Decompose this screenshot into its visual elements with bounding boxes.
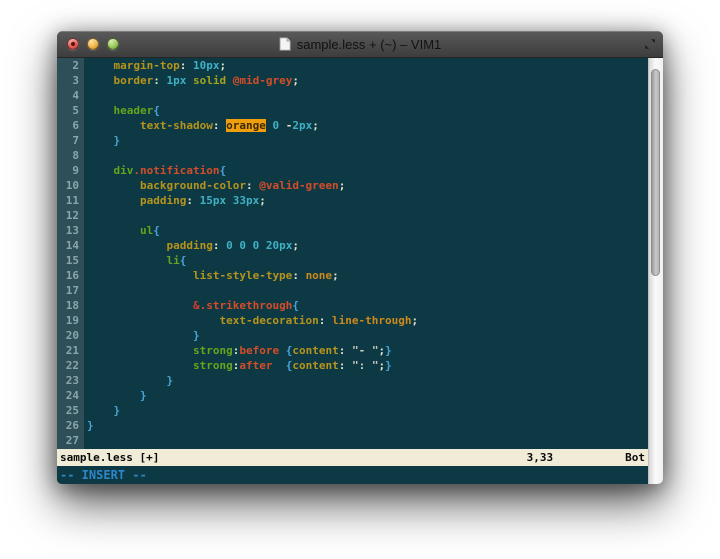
line-number: 24	[57, 388, 84, 403]
status-filename: sample.less [+]	[60, 451, 527, 464]
code-line: 20 }	[57, 328, 648, 343]
code-line: 6 text-shadow: orange 0 -2px;	[57, 118, 648, 133]
code-text	[84, 88, 87, 103]
code-text: &.strikethrough{	[84, 298, 299, 313]
line-number: 12	[57, 208, 84, 223]
code-line: 26}	[57, 418, 648, 433]
insert-mode-indicator: -- INSERT --	[60, 468, 147, 482]
line-number: 4	[57, 88, 84, 103]
window-controls	[67, 38, 119, 50]
line-number: 6	[57, 118, 84, 133]
line-number: 7	[57, 133, 84, 148]
scrollbar-track[interactable]	[648, 58, 663, 484]
line-number: 9	[57, 163, 84, 178]
zoom-button[interactable]	[107, 38, 119, 50]
code-text: text-decoration: line-through;	[84, 313, 418, 328]
code-text: background-color: @valid-green;	[84, 178, 345, 193]
code-text: }	[84, 403, 120, 418]
code-line: 19 text-decoration: line-through;	[57, 313, 648, 328]
code-line: 13 ul{	[57, 223, 648, 238]
code-text: list-style-type: none;	[84, 268, 339, 283]
code-text	[84, 208, 87, 223]
code-text: strong:after {content: ": ";}	[84, 358, 392, 373]
line-number: 19	[57, 313, 84, 328]
code-line: 7 }	[57, 133, 648, 148]
code-text: strong:before {content: "- ";}	[84, 343, 392, 358]
line-number: 25	[57, 403, 84, 418]
vim-window: sample.less + (~) – VIM1 2 margin-top: 1…	[57, 31, 663, 484]
status-bar: sample.less [+] 3,33 Bot	[57, 449, 648, 466]
code-text	[84, 433, 87, 448]
line-number: 2	[57, 58, 84, 73]
code-text	[84, 148, 87, 163]
code-area[interactable]: 2 margin-top: 10px;3 border: 1px solid @…	[57, 58, 648, 449]
scroll-position-indicator: Bot	[625, 451, 645, 464]
minimize-button[interactable]	[87, 38, 99, 50]
code-text: }	[84, 388, 147, 403]
code-text: }	[84, 328, 200, 343]
code-text	[84, 283, 87, 298]
code-text: border: 1px solid @mid-grey;	[84, 73, 299, 88]
line-number: 15	[57, 253, 84, 268]
document-icon	[279, 37, 291, 51]
mode-line: -- INSERT --	[57, 466, 648, 484]
line-number: 23	[57, 373, 84, 388]
code-text: }	[84, 133, 120, 148]
line-number: 18	[57, 298, 84, 313]
code-text: text-shadow: orange 0 -2px;	[84, 118, 319, 133]
title-bar[interactable]: sample.less + (~) – VIM1	[57, 31, 663, 58]
code-line: 16 list-style-type: none;	[57, 268, 648, 283]
code-text: header{	[84, 103, 160, 118]
code-line: 4	[57, 88, 648, 103]
scrollbar-thumb[interactable]	[651, 69, 660, 276]
close-button[interactable]	[67, 38, 79, 50]
code-line: 11 padding: 15px 33px;	[57, 193, 648, 208]
code-line: 10 background-color: @valid-green;	[57, 178, 648, 193]
cursor-position: 3,33	[527, 451, 554, 464]
code-line: 9 div.notification{	[57, 163, 648, 178]
code-line: 2 margin-top: 10px;	[57, 58, 648, 73]
line-number: 16	[57, 268, 84, 283]
code-line: 15 li{	[57, 253, 648, 268]
line-number: 26	[57, 418, 84, 433]
line-number: 10	[57, 178, 84, 193]
line-number: 13	[57, 223, 84, 238]
code-line: 24 }	[57, 388, 648, 403]
code-line: 23 }	[57, 373, 648, 388]
code-line: 12	[57, 208, 648, 223]
window-body: 2 margin-top: 10px;3 border: 1px solid @…	[57, 58, 663, 484]
code-line: 17	[57, 283, 648, 298]
code-text: li{	[84, 253, 186, 268]
code-line: 8	[57, 148, 648, 163]
code-line: 14 padding: 0 0 0 20px;	[57, 238, 648, 253]
line-number: 27	[57, 433, 84, 448]
editor-column: 2 margin-top: 10px;3 border: 1px solid @…	[57, 58, 648, 484]
code-text: margin-top: 10px;	[84, 58, 226, 73]
code-text: }	[84, 418, 94, 433]
code-text: padding: 15px 33px;	[84, 193, 266, 208]
code-line: 3 border: 1px solid @mid-grey;	[57, 73, 648, 88]
code-line: 25 }	[57, 403, 648, 418]
code-line: 22 strong:after {content: ": ";}	[57, 358, 648, 373]
code-text: ul{	[84, 223, 160, 238]
line-number: 8	[57, 148, 84, 163]
line-number: 20	[57, 328, 84, 343]
code-line: 5 header{	[57, 103, 648, 118]
line-number: 11	[57, 193, 84, 208]
line-number: 17	[57, 283, 84, 298]
line-number: 5	[57, 103, 84, 118]
code-line: 27	[57, 433, 648, 448]
fullscreen-icon[interactable]	[644, 38, 656, 50]
code-line: 18 &.strikethrough{	[57, 298, 648, 313]
code-text: }	[84, 373, 173, 388]
window-title: sample.less + (~) – VIM1	[297, 37, 442, 52]
line-number: 21	[57, 343, 84, 358]
code-text: div.notification{	[84, 163, 226, 178]
line-number: 14	[57, 238, 84, 253]
code-text: padding: 0 0 0 20px;	[84, 238, 299, 253]
line-number: 3	[57, 73, 84, 88]
window-title-group: sample.less + (~) – VIM1	[279, 37, 442, 52]
code-line: 21 strong:before {content: "- ";}	[57, 343, 648, 358]
line-number: 22	[57, 358, 84, 373]
